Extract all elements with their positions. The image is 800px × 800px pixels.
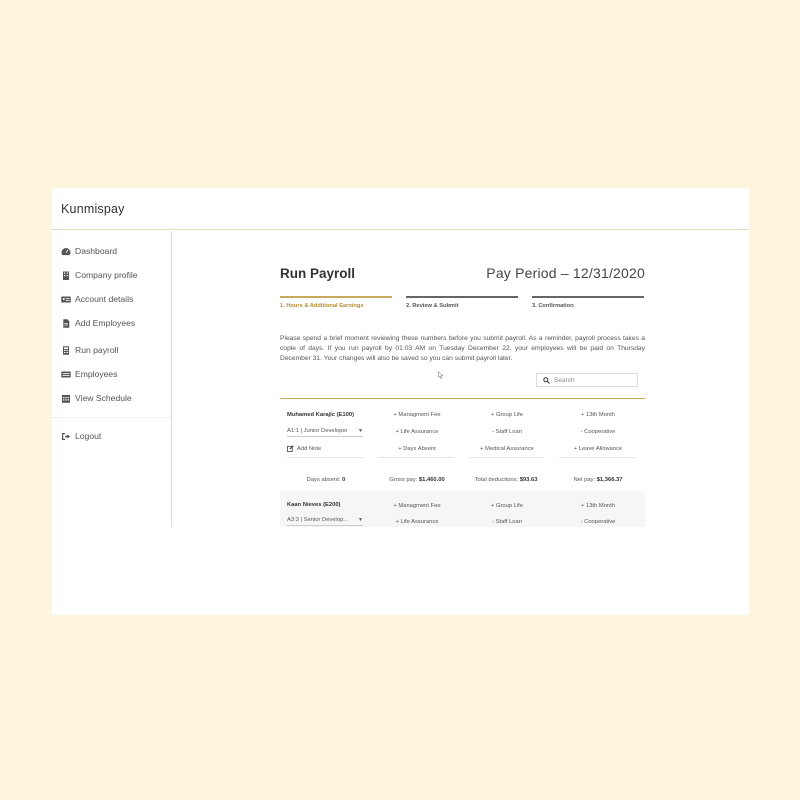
edit-icon [287, 445, 294, 452]
id-card-icon [61, 295, 71, 304]
main-content: Run Payroll Pay Period – 12/31/2020 1. H… [280, 188, 645, 527]
sidebar-item-employees[interactable]: Employees [61, 369, 118, 379]
column-divider [559, 457, 635, 458]
deduction-item[interactable]: - Cooperative [562, 519, 634, 525]
sidebar-item-label: Company profile [75, 270, 138, 280]
sidebar-item-run-payroll[interactable]: Run payroll [61, 345, 118, 355]
earning-item[interactable]: + Days Absent [381, 446, 453, 452]
sidebar-item-label: View Schedule [75, 393, 132, 403]
caret-down-icon: ▼ [358, 428, 363, 434]
column-divider [378, 457, 454, 458]
net-pay-value: $1,366.37 [596, 477, 623, 483]
employee-role: A3:3 | Senior Develop... [287, 517, 349, 523]
earning-item[interactable]: + Group Life [471, 503, 543, 509]
app-title: Kunmispay [61, 201, 125, 216]
add-note-button[interactable]: Add Note [287, 445, 321, 452]
days-absent-summary: Days absent: 0 [286, 477, 366, 483]
sidebar-item-company-profile[interactable]: Company profile [61, 270, 138, 280]
gross-pay-summary: Gross pay: $1,460.00 [377, 477, 457, 483]
employee-role-select[interactable]: A3:3 | Senior Develop... ▼ [287, 515, 363, 526]
app-window: Kunmispay Dashboard Company profile Acco… [52, 188, 749, 615]
employee-row: Kaan Nieves (E200) A3:3 | Senior Develop… [280, 491, 645, 527]
search-icon [543, 376, 550, 384]
earning-item[interactable]: + Managment Fee [381, 412, 453, 418]
earning-item[interactable]: + 13th Month [562, 503, 634, 509]
calendar-icon [61, 394, 71, 403]
earning-item[interactable]: + Medical Assurance [471, 446, 543, 452]
sidebar-divider [52, 417, 171, 418]
sidebar-item-view-schedule[interactable]: View Schedule [61, 393, 132, 403]
sidebar-item-label: Add Employees [75, 318, 136, 328]
sidebar-item-dashboard[interactable]: Dashboard [61, 246, 117, 256]
add-note-label: Add Note [297, 445, 322, 452]
calculator-icon [61, 345, 71, 355]
pay-period: Pay Period – 12/31/2020 [486, 265, 645, 281]
column-divider [287, 457, 363, 458]
mouse-cursor-icon [438, 371, 444, 379]
earning-item[interactable]: + Life Assurance [381, 429, 453, 435]
sidebar-item-logout[interactable]: Logout [61, 431, 101, 441]
sidebar-item-account-details[interactable]: Account details [61, 294, 133, 304]
total-deductions-summary: Total deductions: $93.63 [466, 477, 546, 483]
employee-role: A1:1 | Junior Developer [287, 428, 348, 434]
caret-down-icon: ▼ [358, 517, 363, 523]
sidebar-item-label: Account details [75, 294, 134, 304]
building-icon [61, 271, 71, 280]
net-pay-label: Net pay: [573, 477, 596, 483]
search-box[interactable] [536, 373, 638, 387]
gross-pay-value: $1,460.00 [418, 477, 445, 483]
dashboard-icon [61, 247, 71, 256]
earning-item[interactable]: + Leave Allowance [562, 446, 634, 452]
total-deductions-label: Total deductions: [474, 477, 519, 483]
sidebar-item-add-employees[interactable]: Add Employees [61, 318, 135, 328]
earning-item[interactable]: + Managment Fee [381, 503, 453, 509]
sidebar-item-label: Dashboard [75, 246, 118, 256]
step-label: 1. Hours & Additional Earnings [280, 303, 364, 309]
step-review-submit[interactable]: 2. Review & Submit [406, 296, 518, 310]
intro-text: Please spend a brief moment reviewing th… [280, 335, 645, 362]
sidebar-item-label: Run payroll [75, 345, 119, 355]
deduction-item[interactable]: - Cooperative [562, 429, 634, 435]
page-title: Run Payroll [280, 266, 356, 281]
file-icon [61, 318, 71, 328]
logout-icon [61, 432, 71, 441]
sidebar-item-label: Logout [75, 431, 102, 441]
days-absent-value: 0 [342, 477, 346, 483]
employee-row: Muhamed Karajic (E100) A1:1 | Junior Dev… [280, 400, 645, 490]
sidebar-item-label: Employees [75, 369, 118, 379]
gross-pay-label: Gross pay: [389, 477, 418, 483]
column-divider [468, 457, 544, 458]
users-icon [61, 370, 71, 379]
step-hours-earnings[interactable]: 1. Hours & Additional Earnings [280, 296, 392, 310]
sidebar: Dashboard Company profile Account detail… [52, 231, 172, 527]
employee-name: Kaan Nieves (E200) [287, 502, 341, 508]
earning-item[interactable]: + Life Assurance [381, 519, 453, 525]
step-label: 2. Review & Submit [406, 303, 459, 309]
table-top-divider [280, 398, 645, 399]
days-absent-label: Days absent: [306, 477, 341, 483]
deduction-item[interactable]: - Staff Loan [471, 429, 543, 435]
search-input[interactable] [554, 376, 634, 384]
step-confirmation[interactable]: 3. Confirmation [532, 296, 644, 310]
net-pay-summary: Net pay: $1,366.37 [558, 477, 638, 483]
earning-item[interactable]: + 13th Month [562, 412, 634, 418]
employee-role-select[interactable]: A1:1 | Junior Developer ▼ [287, 426, 363, 437]
step-label: 3. Confirmation [532, 303, 574, 309]
deduction-item[interactable]: - Staff Loan [471, 519, 543, 525]
earning-item[interactable]: + Group Life [471, 412, 543, 418]
employee-name: Muhamed Karajic (E100) [287, 412, 355, 418]
total-deductions-value: $93.63 [519, 477, 538, 483]
